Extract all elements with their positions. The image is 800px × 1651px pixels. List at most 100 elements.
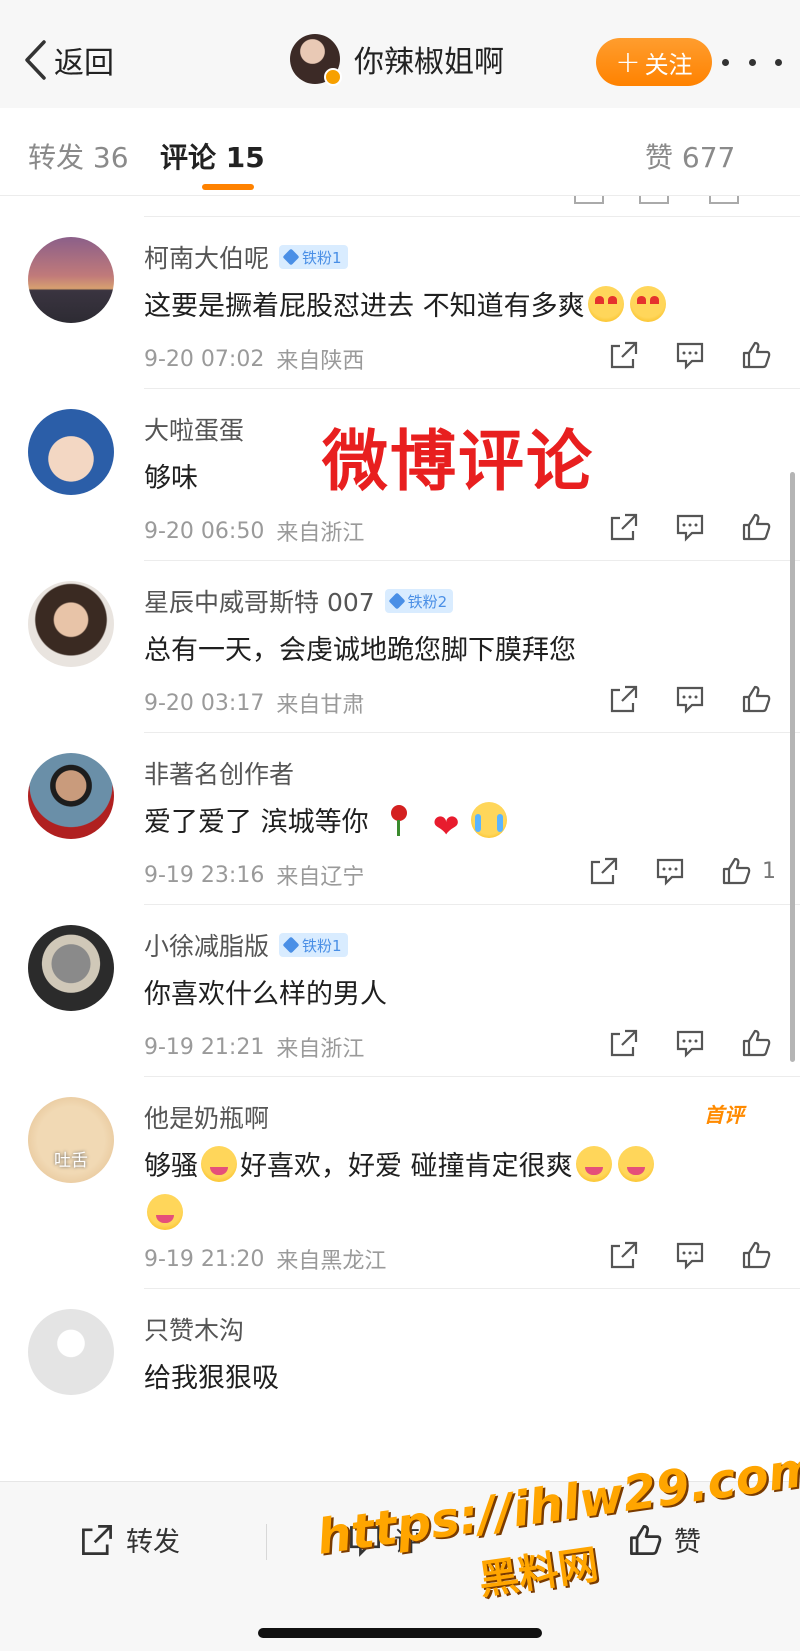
- crying-emoji-icon: [470, 802, 507, 838]
- share-button[interactable]: [604, 507, 644, 547]
- share-icon: [590, 857, 618, 885]
- like-count: 1: [762, 858, 776, 884]
- repost-button[interactable]: 转发: [80, 1520, 180, 1559]
- comment-date: 9-20 07:02: [144, 346, 265, 372]
- comment-date: 9-19 21:21: [144, 1034, 265, 1060]
- comment-author-row: 他是奶瓶啊: [144, 1099, 269, 1135]
- comment-actions: [578, 335, 776, 375]
- share-button[interactable]: [604, 1023, 644, 1063]
- like-post-button[interactable]: 赞: [628, 1520, 701, 1559]
- avatar[interactable]: [28, 1309, 114, 1395]
- back-button[interactable]: 返回: [22, 38, 114, 82]
- love-eyes-emoji-icon: [629, 286, 666, 322]
- comment-text-content: 爱了爱了 滨城等你: [144, 807, 369, 838]
- comment-meta: 9-19 21:21 来自浙江: [144, 1031, 364, 1063]
- like-button[interactable]: [736, 1023, 776, 1063]
- comment-author[interactable]: 只赞木沟: [144, 1311, 244, 1347]
- reply-button[interactable]: [670, 507, 710, 547]
- avatar[interactable]: [28, 409, 114, 495]
- comment-author[interactable]: 非著名创作者: [144, 755, 294, 791]
- tab-likes[interactable]: 赞 677: [645, 136, 735, 176]
- comment-author[interactable]: 星辰中威哥斯特 007: [144, 583, 375, 619]
- reply-button[interactable]: [670, 1023, 710, 1063]
- comment-text-content: 你喜欢什么样的男人: [144, 979, 387, 1010]
- share-icon: [610, 513, 638, 541]
- like-button[interactable]: [736, 335, 776, 375]
- diamond-icon: [282, 936, 300, 954]
- avatar[interactable]: [28, 925, 114, 1011]
- drooling-love-emoji-icon: [147, 1194, 183, 1230]
- thumbs-up-icon: [742, 1029, 771, 1057]
- comment-author[interactable]: 他是奶瓶啊: [144, 1099, 269, 1135]
- avatar[interactable]: [28, 237, 114, 323]
- comment-meta: 9-19 23:16 来自辽宁: [144, 859, 364, 891]
- comment-item: 柯南大伯呢 铁粉1 这要是撅着屁股怼进去 不知道有多爽 9-20 07:02 来…: [0, 217, 800, 389]
- more-dot-icon: [748, 58, 756, 66]
- like-button[interactable]: [716, 851, 756, 891]
- comment-text-content: 好喜欢，好爱 碰撞肯定很爽: [240, 1151, 573, 1182]
- love-eyes-emoji-icon: [587, 286, 624, 322]
- reply-button[interactable]: [670, 1235, 710, 1275]
- share-button[interactable]: [604, 1235, 644, 1275]
- fan-badge-label: 铁粉1: [302, 936, 342, 955]
- avatar[interactable]: [290, 34, 342, 86]
- share-icon: [610, 1029, 638, 1057]
- share-icon: [610, 685, 638, 713]
- drooling-love-emoji-icon: [201, 1146, 237, 1182]
- home-indicator: [258, 1628, 542, 1638]
- avatar[interactable]: [28, 581, 114, 667]
- overlay-caption: 微博评论: [322, 423, 594, 500]
- comment-actions: [578, 1023, 776, 1063]
- comment-list[interactable]: 柯南大伯呢 铁粉1 这要是撅着屁股怼进去 不知道有多爽 9-20 07:02 来…: [0, 196, 800, 1481]
- comment-item: 吐舌 他是奶瓶啊 首评 够骚 好喜欢，好爱 碰撞肯定很爽 9-19 21:20 来…: [0, 1077, 800, 1289]
- comment-icon: [676, 1242, 704, 1270]
- profile-title[interactable]: 你辣椒姐啊: [290, 34, 504, 86]
- more-options-button[interactable]: [722, 44, 782, 80]
- tab-reposts[interactable]: 转发 36: [28, 136, 129, 176]
- comment-location: 来自陕西: [276, 349, 365, 374]
- like-label: 赞: [674, 1527, 701, 1558]
- rose-emoji-icon: [380, 802, 416, 838]
- comment-text: 你喜欢什么样的男人: [144, 971, 754, 1019]
- comment-text: 总有一天，会虔诚地跪您脚下膜拜您: [144, 627, 754, 675]
- comment-author-row: 只赞木沟: [144, 1311, 244, 1347]
- tab-comments[interactable]: 评论 15: [160, 136, 265, 176]
- reply-button[interactable]: [670, 335, 710, 375]
- thumbs-up-icon: [742, 513, 771, 541]
- avatar[interactable]: [28, 753, 114, 839]
- scrollbar[interactable]: [790, 472, 795, 1062]
- follow-button[interactable]: + 关注: [596, 38, 712, 86]
- share-button[interactable]: [604, 335, 644, 375]
- like-button[interactable]: [736, 507, 776, 547]
- partial-comment-meta: [144, 196, 784, 212]
- fan-badge: 铁粉1: [279, 933, 348, 957]
- fan-badge: 铁粉1: [279, 245, 348, 269]
- tab-active-indicator: [202, 184, 254, 190]
- comment-icon: [639, 196, 669, 204]
- comment-text-content: 这要是撅着屁股怼进去 不知道有多爽: [144, 291, 585, 322]
- share-button[interactable]: [584, 851, 624, 891]
- comment-icon: [676, 514, 704, 542]
- comment-text-content: 给我狠狠吸: [144, 1363, 279, 1394]
- comment-author-row: 非著名创作者: [144, 755, 294, 791]
- comment-date: 9-19 21:20: [144, 1246, 265, 1272]
- comment-actions: 1: [558, 851, 776, 891]
- comment-author[interactable]: 小徐减脂版: [144, 927, 269, 963]
- comment-meta: 9-20 06:50 来自浙江: [144, 515, 364, 547]
- heart-emoji-icon: [431, 802, 465, 850]
- comment-item: 小徐减脂版 铁粉1 你喜欢什么样的男人 9-19 21:21 来自浙江: [0, 905, 800, 1077]
- comment-text-content: 总有一天，会虔诚地跪您脚下膜拜您: [144, 635, 576, 666]
- avatar[interactable]: 吐舌: [28, 1097, 114, 1183]
- like-button[interactable]: [736, 679, 776, 719]
- comment-author[interactable]: 柯南大伯呢: [144, 239, 269, 275]
- comment-meta: 9-20 03:17 来自甘肃: [144, 687, 364, 719]
- comment-author[interactable]: 大啦蛋蛋: [144, 411, 244, 447]
- comment-location: 来自辽宁: [276, 865, 365, 890]
- drooling-love-emoji-icon: [575, 1146, 612, 1182]
- reply-button[interactable]: [670, 679, 710, 719]
- share-button[interactable]: [604, 679, 644, 719]
- comment-actions: [578, 679, 776, 719]
- like-button[interactable]: [736, 1235, 776, 1275]
- reply-button[interactable]: [650, 851, 690, 891]
- diamond-icon: [282, 248, 300, 266]
